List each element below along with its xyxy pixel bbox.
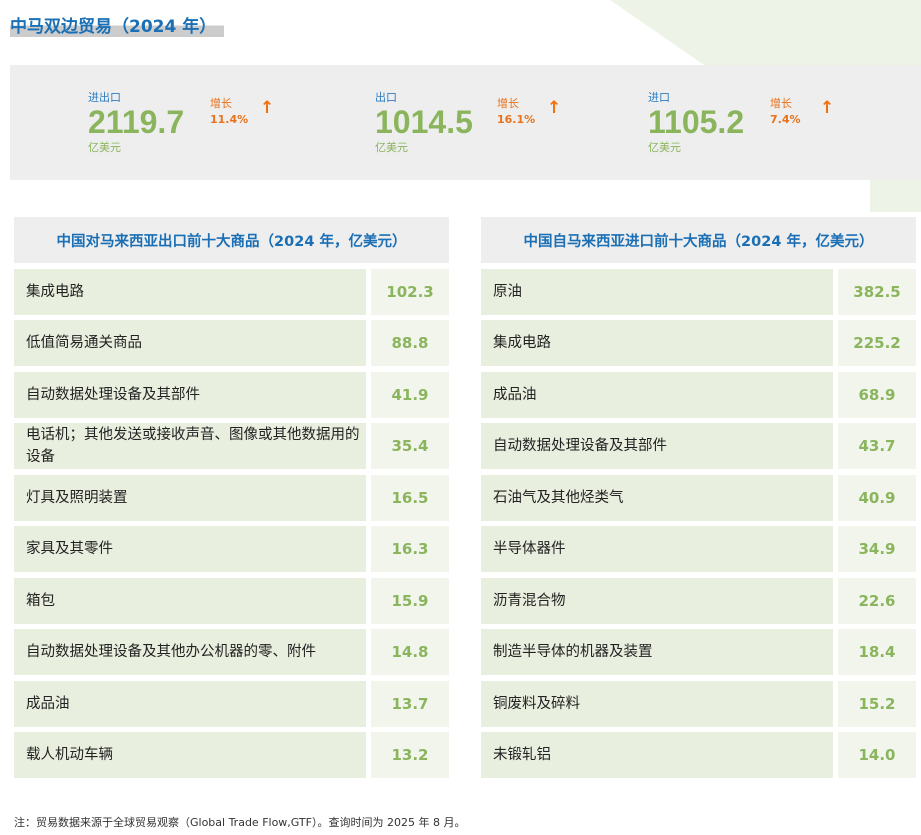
stat-label: 进出口: [88, 91, 121, 104]
table-row: 集成电路 225.2: [481, 320, 916, 366]
commodity-value: 102.3: [371, 268, 449, 315]
export-table: 中国对马来西亚出口前十大商品（2024 年，亿美元） 集成电路 102.3 低值…: [14, 217, 449, 778]
commodity-name: 载人机动车辆: [14, 732, 366, 778]
table-row: 集成电路 102.3: [14, 268, 449, 315]
commodity-value: 16.5: [371, 474, 449, 521]
commodity-name: 原油: [481, 268, 833, 315]
commodity-name: 自动数据处理设备及其部件: [14, 371, 366, 418]
footnote: 注：贸易数据来源于全球贸易观察（Global Trade Flow,GTF）。查…: [14, 816, 466, 829]
table-row: 电话机；其他发送或接收声音、图像或其他数据用的设备 35.4: [14, 423, 449, 469]
export-table-title: 中国对马来西亚出口前十大商品（2024 年，亿美元）: [14, 217, 449, 263]
table-row: 自动数据处理设备及其部件 43.7: [481, 423, 916, 469]
commodity-value: 13.7: [371, 680, 449, 727]
table-row: 自动数据处理设备及其他办公机器的零、附件 14.8: [14, 629, 449, 675]
commodity-name: 灯具及照明装置: [14, 474, 366, 521]
commodity-name: 集成电路: [14, 268, 366, 315]
import-table: 中国自马来西亚进口前十大商品（2024 年，亿美元） 原油 382.5 集成电路…: [481, 217, 916, 778]
stat-unit: 亿美元: [648, 141, 681, 154]
commodity-name: 成品油: [14, 680, 366, 727]
growth-label: 增长: [770, 97, 792, 110]
commodity-name: 自动数据处理设备及其部件: [481, 423, 833, 469]
table-row: 未锻轧铝 14.0: [481, 732, 916, 778]
table-row: 低值简易通关商品 88.8: [14, 320, 449, 366]
commodity-value: 15.2: [838, 680, 916, 727]
commodity-name: 半导体器件: [481, 526, 833, 572]
commodity-name: 低值简易通关商品: [14, 320, 366, 366]
commodity-name: 集成电路: [481, 320, 833, 366]
commodity-value: 40.9: [838, 474, 916, 521]
commodity-name: 自动数据处理设备及其他办公机器的零、附件: [14, 629, 366, 675]
table-row: 灯具及照明装置 16.5: [14, 474, 449, 521]
growth-value: 7.4%: [770, 113, 801, 126]
up-arrow-icon: ↑: [820, 98, 835, 118]
stats-panel: 进出口 2119.7 亿美元 增长 11.4% ↑ 出口 1014.5 亿美元 …: [10, 65, 921, 180]
commodity-value: 88.8: [371, 320, 449, 366]
stat-block: 进出口 2119.7 亿美元: [88, 89, 184, 155]
table-row: 成品油 13.7: [14, 680, 449, 727]
commodity-name: 电话机；其他发送或接收声音、图像或其他数据用的设备: [14, 423, 366, 469]
commodity-value: 225.2: [838, 320, 916, 366]
growth-label: 增长: [210, 97, 232, 110]
commodity-value: 14.8: [371, 629, 449, 675]
table-row: 箱包 15.9: [14, 577, 449, 624]
commodity-name: 石油气及其他烃类气: [481, 474, 833, 521]
table-row: 制造半导体的机器及装置 18.4: [481, 629, 916, 675]
stat-unit: 亿美元: [375, 141, 408, 154]
growth-label: 增长: [497, 97, 519, 110]
table-row: 石油气及其他烃类气 40.9: [481, 474, 916, 521]
table-row: 铜废料及碎料 15.2: [481, 680, 916, 727]
commodity-value: 43.7: [838, 423, 916, 469]
page-title: 中马双边贸易（2024 年）: [10, 12, 225, 37]
commodity-value: 14.0: [838, 732, 916, 778]
commodity-value: 68.9: [838, 371, 916, 418]
table-row: 家具及其零件 16.3: [14, 526, 449, 572]
up-arrow-icon: ↑: [547, 98, 562, 118]
table-row: 成品油 68.9: [481, 371, 916, 418]
commodity-name: 家具及其零件: [14, 526, 366, 572]
commodity-value: 16.3: [371, 526, 449, 572]
growth-value: 11.4%: [210, 113, 249, 126]
stat-label: 进口: [648, 91, 670, 104]
growth-block: 增长 11.4%: [210, 95, 248, 126]
stat-value: 1105.2: [648, 104, 745, 140]
commodity-name: 沥青混合物: [481, 577, 833, 624]
stat-block: 进口 1105.2 亿美元: [648, 89, 744, 155]
table-row: 原油 382.5: [481, 268, 916, 315]
stat-value: 1014.5: [375, 104, 473, 140]
commodity-value: 22.6: [838, 577, 916, 624]
table-row: 沥青混合物 22.6: [481, 577, 916, 624]
commodity-value: 382.5: [838, 268, 916, 315]
commodity-name: 成品油: [481, 371, 833, 418]
growth-block: 增长 7.4%: [770, 95, 801, 126]
stat-block: 出口 1014.5 亿美元: [375, 89, 473, 155]
commodity-name: 未锻轧铝: [481, 732, 833, 778]
commodity-name: 制造半导体的机器及装置: [481, 629, 833, 675]
commodity-value: 34.9: [838, 526, 916, 572]
table-row: 载人机动车辆 13.2: [14, 732, 449, 778]
commodity-name: 箱包: [14, 577, 366, 624]
growth-value: 16.1%: [497, 113, 536, 126]
table-row: 半导体器件 34.9: [481, 526, 916, 572]
stat-value: 2119.7: [88, 104, 185, 140]
up-arrow-icon: ↑: [260, 98, 275, 118]
table-row: 自动数据处理设备及其部件 41.9: [14, 371, 449, 418]
commodity-value: 15.9: [371, 577, 449, 624]
commodity-value: 35.4: [371, 423, 449, 469]
stat-label: 出口: [375, 91, 397, 104]
commodity-value: 13.2: [371, 732, 449, 778]
growth-block: 增长 16.1%: [497, 95, 535, 126]
commodity-value: 18.4: [838, 629, 916, 675]
commodity-value: 41.9: [371, 371, 449, 418]
commodity-name: 铜废料及碎料: [481, 680, 833, 727]
import-table-title: 中国自马来西亚进口前十大商品（2024 年，亿美元）: [481, 217, 916, 263]
stat-unit: 亿美元: [88, 141, 121, 154]
